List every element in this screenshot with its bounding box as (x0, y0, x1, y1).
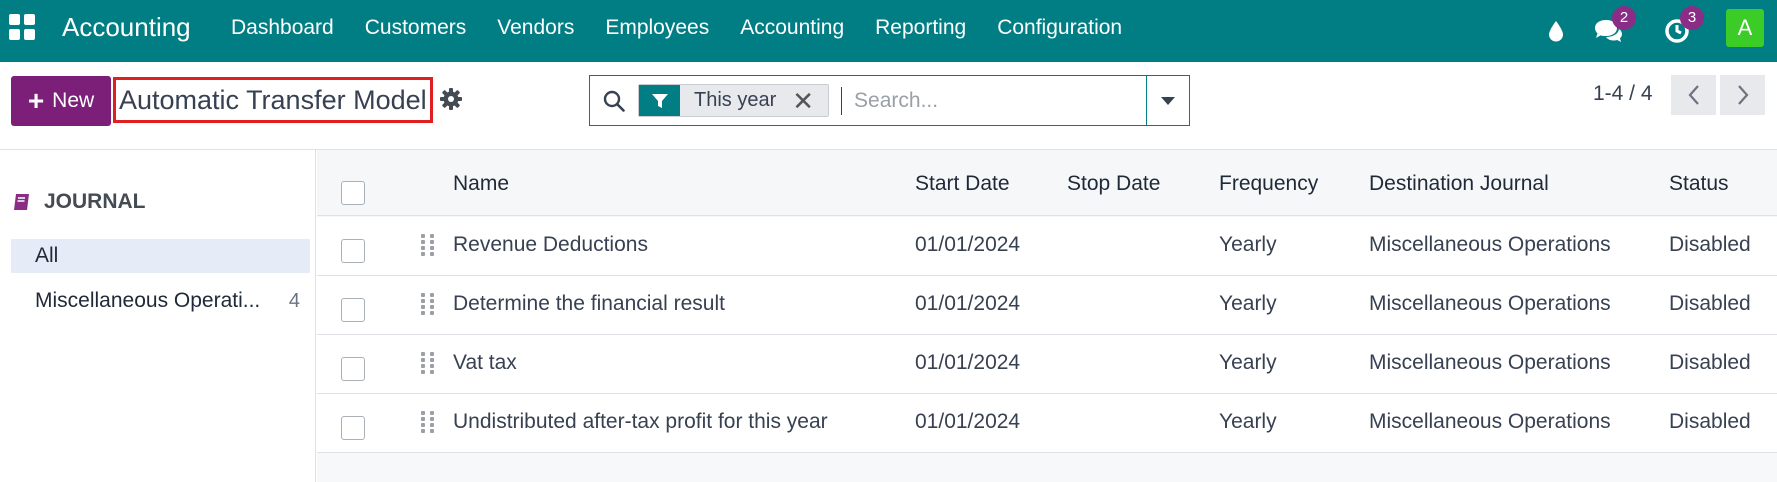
activities-count-badge: 3 (1680, 6, 1704, 30)
user-avatar[interactable]: A (1726, 9, 1764, 47)
book-icon (14, 194, 29, 210)
column-frequency[interactable]: Frequency (1219, 172, 1318, 196)
row-checkbox[interactable] (341, 416, 365, 440)
sidebar-item-all[interactable]: All (11, 239, 310, 273)
menu-configuration[interactable]: Configuration (997, 16, 1122, 40)
pager-next-button[interactable] (1720, 75, 1765, 115)
plus-icon: + (27, 85, 45, 116)
column-destination-journal[interactable]: Destination Journal (1369, 172, 1549, 196)
apps-menu-icon[interactable] (9, 14, 35, 40)
cell-name: Vat tax (453, 351, 517, 374)
droplet-icon[interactable] (1538, 0, 1574, 62)
sidebar-item-label: All (35, 244, 59, 267)
cell-frequency: Yearly (1219, 233, 1277, 256)
search-icon[interactable] (590, 76, 638, 125)
menu-reporting[interactable]: Reporting (875, 16, 966, 40)
row-checkbox[interactable] (341, 239, 365, 263)
filter-icon (639, 85, 680, 116)
chevron-left-icon (1688, 85, 1699, 105)
cell-journal: Miscellaneous Operations (1369, 233, 1611, 256)
menu-vendors[interactable]: Vendors (497, 16, 574, 40)
row-checkbox[interactable] (341, 298, 365, 322)
chevron-right-icon (1737, 85, 1748, 105)
column-name[interactable]: Name (453, 172, 509, 196)
menu-customers[interactable]: Customers (365, 16, 467, 40)
menu-accounting[interactable]: Accounting (740, 16, 844, 40)
app-brand[interactable]: Accounting (62, 12, 191, 43)
sidebar-item-count: 4 (288, 289, 300, 312)
new-button-label: New (52, 89, 95, 112)
select-all-checkbox[interactable] (341, 181, 365, 205)
journal-header-label: JOURNAL (44, 190, 146, 213)
filter-facet: This year ✕ (638, 84, 830, 117)
search-input[interactable] (841, 86, 1146, 115)
drag-handle-icon[interactable] (421, 234, 435, 256)
column-start-date[interactable]: Start Date (915, 172, 1010, 196)
sidebar-item-miscellaneous[interactable]: Miscellaneous Operati... 4 (11, 284, 310, 318)
facet-value: This year ✕ (680, 85, 829, 116)
cell-frequency: Yearly (1219, 351, 1277, 374)
cell-status: Disabled (1669, 351, 1751, 374)
cell-start-date: 01/01/2024 (915, 292, 1021, 315)
cell-name: Undistributed after-tax profit for this … (453, 410, 828, 433)
cell-name: Revenue Deductions (453, 233, 648, 256)
cell-start-date: 01/01/2024 (915, 410, 1021, 433)
column-stop-date[interactable]: Stop Date (1067, 172, 1160, 196)
gear-icon[interactable] (440, 88, 462, 110)
cell-journal: Miscellaneous Operations (1369, 292, 1611, 315)
table-row[interactable]: Vat tax 01/01/2024 Yearly Miscellaneous … (317, 335, 1777, 394)
pager-value[interactable]: 1-4 / 4 (1593, 82, 1653, 106)
column-status[interactable]: Status (1669, 172, 1729, 196)
cell-journal: Miscellaneous Operations (1369, 351, 1611, 374)
top-navbar: Accounting Dashboard Customers Vendors E… (0, 0, 1777, 62)
cell-frequency: Yearly (1219, 292, 1277, 315)
new-button[interactable]: + New (11, 76, 111, 126)
cell-status: Disabled (1669, 410, 1751, 433)
caret-down-icon (1161, 96, 1175, 105)
table-header: Name Start Date Stop Date Frequency Dest… (317, 150, 1777, 216)
cell-start-date: 01/01/2024 (915, 233, 1021, 256)
page-title: Automatic Transfer Model (113, 77, 433, 123)
messages-count-badge: 2 (1612, 6, 1636, 30)
row-checkbox[interactable] (341, 357, 365, 381)
messages-button[interactable]: 2 (1588, 0, 1636, 62)
facet-label: This year (694, 89, 777, 111)
search-bar: This year ✕ (589, 75, 1190, 126)
drag-handle-icon[interactable] (421, 411, 435, 433)
search-panel: JOURNAL All Miscellaneous Operati... 4 (0, 150, 316, 482)
list-view: Name Start Date Stop Date Frequency Dest… (317, 150, 1777, 482)
table-row[interactable]: Revenue Deductions 01/01/2024 Yearly Mis… (317, 217, 1777, 276)
main-menu: Dashboard Customers Vendors Employees Ac… (231, 16, 1153, 40)
table-row[interactable]: Undistributed after-tax profit for this … (317, 394, 1777, 453)
menu-dashboard[interactable]: Dashboard (231, 16, 334, 40)
journal-section-header: JOURNAL (12, 190, 146, 214)
cell-status: Disabled (1669, 292, 1751, 315)
cell-status: Disabled (1669, 233, 1751, 256)
drag-handle-icon[interactable] (421, 293, 435, 315)
cell-journal: Miscellaneous Operations (1369, 410, 1611, 433)
menu-employees[interactable]: Employees (605, 16, 709, 40)
sidebar-item-label: Miscellaneous Operati... (35, 289, 261, 312)
close-icon[interactable]: ✕ (792, 88, 814, 114)
pager-previous-button[interactable] (1671, 75, 1716, 115)
cell-frequency: Yearly (1219, 410, 1277, 433)
drag-handle-icon[interactable] (421, 352, 435, 374)
activities-button[interactable]: 3 (1657, 0, 1704, 62)
cell-start-date: 01/01/2024 (915, 351, 1021, 374)
cell-name: Determine the financial result (453, 292, 725, 315)
search-options-toggle[interactable] (1146, 76, 1189, 125)
table-row[interactable]: Determine the financial result 01/01/202… (317, 276, 1777, 335)
